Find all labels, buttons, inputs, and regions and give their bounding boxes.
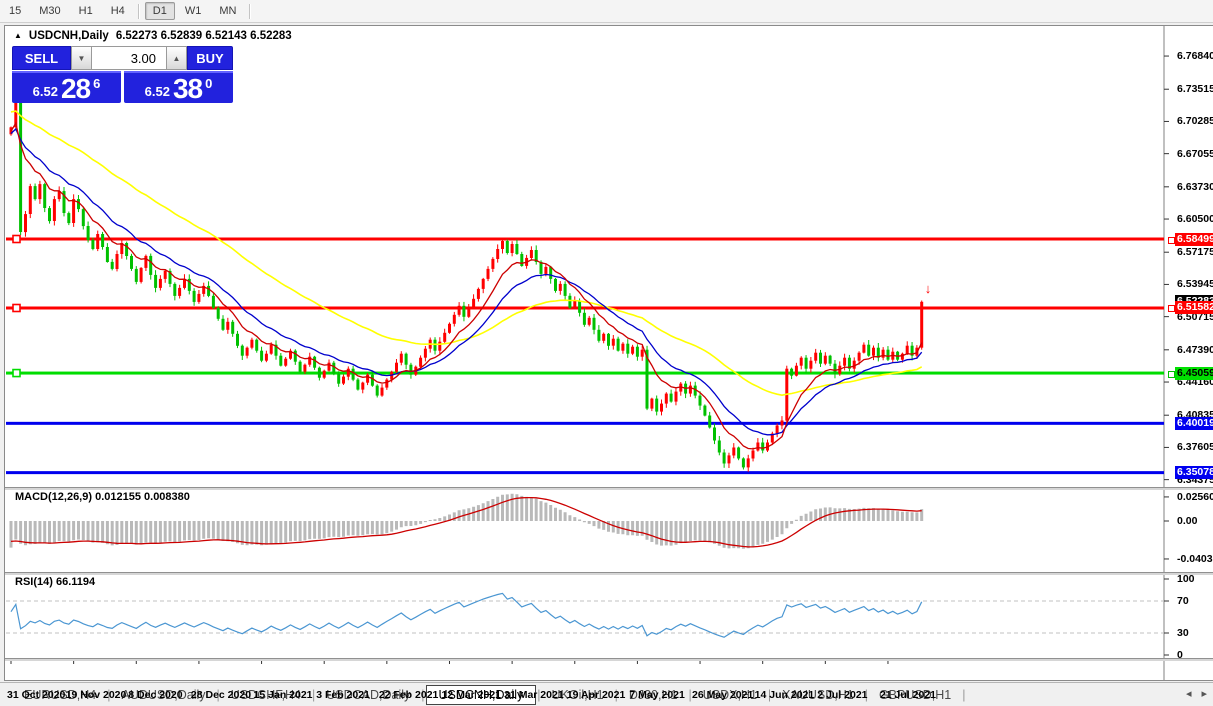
tab-scroll-left-icon[interactable]: ◂ xyxy=(1186,687,1192,700)
price-axis-tick: 6.63730 xyxy=(1177,180,1213,193)
date-axis-label: 19 Nov 2020 xyxy=(65,689,127,701)
buy-price-display[interactable]: 6.52 38 0 xyxy=(124,71,233,103)
price-level-badge: 6.51582 xyxy=(1175,301,1213,315)
volume-increase-button[interactable]: ▲ xyxy=(166,46,187,70)
price-chart-canvas[interactable]: ↓ xyxy=(5,26,1213,680)
price-level-badge: 6.58499 xyxy=(1175,232,1213,246)
date-axis-label: 21 Jul 2021 xyxy=(879,689,936,701)
timeframe-button-15[interactable]: 15 xyxy=(1,2,29,20)
chart-symbol-header: ▲ USDCNH,Daily 6.52273 6.52839 6.52143 6… xyxy=(14,30,292,42)
volume-input[interactable] xyxy=(92,46,166,70)
date-axis-label: 22 Feb 2021 xyxy=(378,689,439,701)
date-axis-label: 14 Jun 2021 xyxy=(754,689,815,701)
date-axis-label: 31 Oct 2020 xyxy=(7,689,66,701)
trading-platform-window: 15 M30 H1 H4 D1 W1 MN ▲ USDCNH,Daily 6.52273 6… xyxy=(0,0,1213,706)
rsi-indicator-label: RSI(14) 66.1194 xyxy=(15,576,96,588)
price-level-badge: 6.45059 xyxy=(1175,366,1213,380)
price-axis-tick: 6.53945 xyxy=(1177,278,1213,291)
macd-axis-tick: 0.00 xyxy=(1177,515,1198,527)
svg-text:↓: ↓ xyxy=(925,281,932,296)
volume-decrease-button[interactable]: ▼ xyxy=(71,46,92,70)
buy-price-prefix: 6.52 xyxy=(144,84,170,99)
price-axis-tick: 6.60500 xyxy=(1177,213,1213,226)
price-level-badge: 6.35078 xyxy=(1175,466,1213,480)
buy-button[interactable]: BUY xyxy=(187,46,233,70)
line-price-pointer xyxy=(1168,305,1175,313)
price-axis-tick: 6.76840 xyxy=(1177,50,1213,63)
timeframe-toolbar: 15 M30 H1 H4 D1 W1 MN xyxy=(0,0,1213,23)
timeframe-button-d1[interactable]: D1 xyxy=(144,2,175,20)
timeframe-button-m30[interactable]: M30 xyxy=(31,2,68,20)
macd-indicator-label: MACD(12,26,9) 0.012155 0.008380 xyxy=(15,491,190,503)
chart-symbol-title: USDCNH,Daily xyxy=(28,30,109,42)
timeframe-button-mn[interactable]: MN xyxy=(211,2,244,20)
line-price-pointer xyxy=(1168,370,1175,378)
price-level-badge: 6.40019 xyxy=(1175,416,1213,430)
line-price-pointer xyxy=(1168,236,1175,244)
tab-scroll-right-icon[interactable]: ▸ xyxy=(1201,687,1207,700)
toolbar-separator xyxy=(137,3,140,19)
date-axis-splitter xyxy=(5,658,1213,661)
date-axis-label: 12 Mar 2021 xyxy=(441,689,502,701)
price-axis-tick: 6.37605 xyxy=(1177,441,1213,454)
rsi-axis-tick: 70 xyxy=(1177,595,1189,607)
date-axis-label: 3 Feb 2021 xyxy=(316,689,370,701)
collapse-arrow-icon[interactable]: ▲ xyxy=(14,31,22,40)
tab-separator: | xyxy=(962,687,966,702)
date-axis-label: 26 May 2021 xyxy=(692,689,754,701)
macd-axis-tick: -0.040386 xyxy=(1177,552,1213,565)
price-axis-tick: 6.47390 xyxy=(1177,343,1213,356)
timeframe-button-h1[interactable]: H1 xyxy=(71,2,101,20)
one-click-trading-panel: SELL ▼ ▲ BUY 6.52 28 6 6.52 38 0 xyxy=(12,46,233,103)
sell-price-prefix: 6.52 xyxy=(32,84,58,99)
chart-window: ▲ USDCNH,Daily 6.52273 6.52839 6.52143 6… xyxy=(4,25,1213,701)
timeframe-button-w1[interactable]: W1 xyxy=(177,2,210,20)
toolbar-separator xyxy=(249,3,252,19)
sell-price-point: 6 xyxy=(93,76,101,91)
buy-price-pips: 38 xyxy=(172,73,203,104)
buy-price-point: 0 xyxy=(205,76,213,91)
tab-scroll-buttons: ◂ ▸ xyxy=(1186,687,1207,700)
chart-ohlc-values: 6.52273 6.52839 6.52143 6.52283 xyxy=(115,30,292,42)
rsi-pane-splitter[interactable] xyxy=(5,572,1213,575)
date-axis-label: 15 Jan 2021 xyxy=(253,689,313,701)
macd-axis-tick: 0.025609 xyxy=(1177,490,1213,503)
date-axis-label: 7 May 2021 xyxy=(629,689,685,701)
price-axis-tick: 6.57175 xyxy=(1177,246,1213,259)
price-axis-tick: 6.70285 xyxy=(1177,115,1213,128)
sell-price-pips: 28 xyxy=(60,73,91,104)
date-axis-label: 2 Jul 2021 xyxy=(817,689,868,701)
timeframe-button-h4[interactable]: H4 xyxy=(103,2,133,20)
macd-pane-splitter[interactable] xyxy=(5,487,1213,490)
date-axis-label: 31 Mar 2021 xyxy=(504,689,564,701)
sell-button[interactable]: SELL xyxy=(12,46,71,70)
price-axis-tick: 6.73515 xyxy=(1177,83,1213,96)
date-axis-label: 28 Dec 2020 xyxy=(190,689,252,701)
price-axis-tick: 6.67055 xyxy=(1177,147,1213,160)
sell-price-display[interactable]: 6.52 28 6 xyxy=(12,71,121,103)
date-axis-label: 19 Apr 2021 xyxy=(566,689,626,701)
rsi-axis-tick: 30 xyxy=(1177,627,1189,639)
date-axis-label: 8 Dec 2020 xyxy=(128,689,183,701)
